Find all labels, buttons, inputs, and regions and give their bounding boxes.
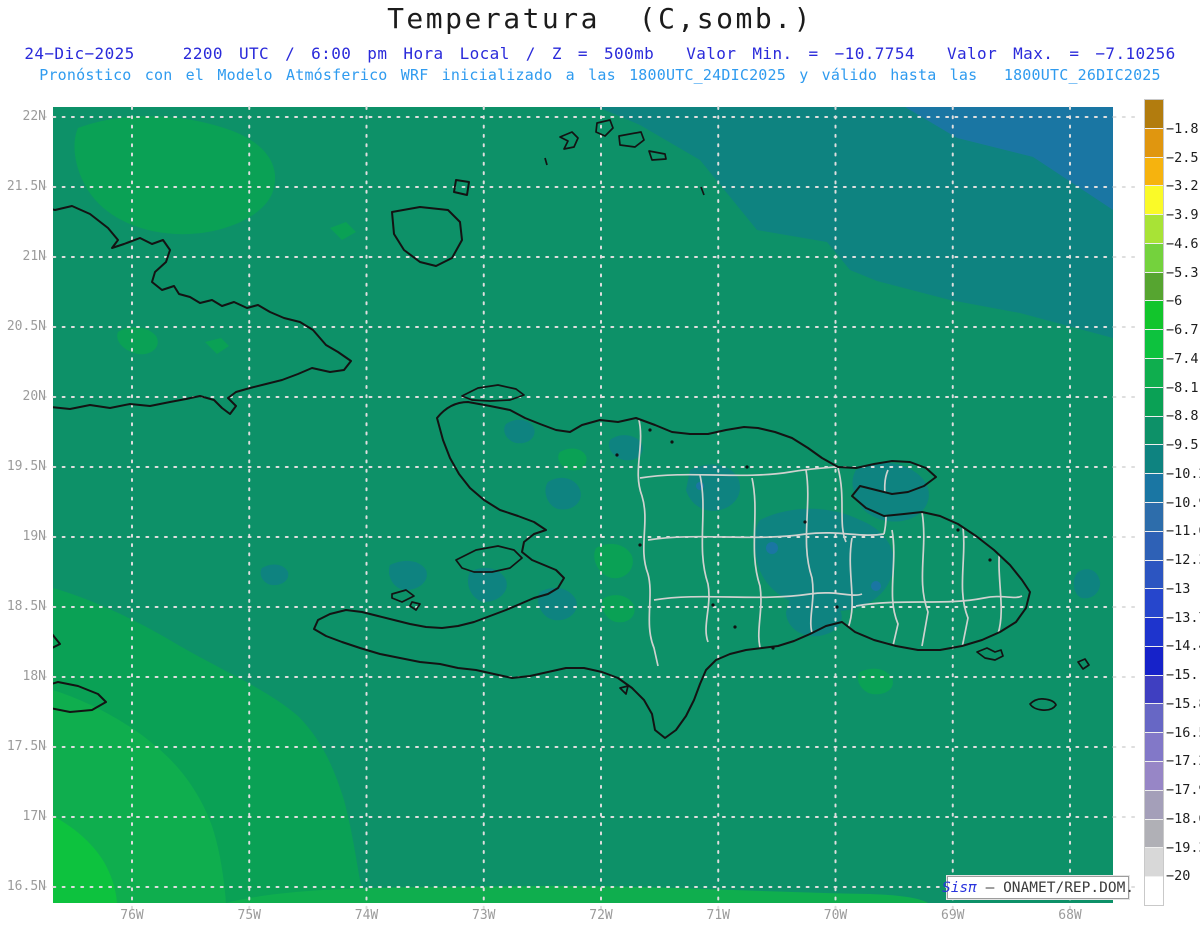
colorbar-tick-label: −5.3 (1166, 264, 1199, 281)
lat-tick-label: 20.5N (6, 319, 46, 334)
colorbar-segment (1145, 330, 1163, 360)
colorbar-segment (1145, 790, 1163, 820)
map-plot (43, 106, 1141, 910)
colorbar-tick-label: −13 (1166, 580, 1191, 597)
colorbar-segment (1145, 848, 1163, 878)
colorbar-tick-label: −8.8 (1166, 408, 1199, 425)
colorbar-tick-label: −6.7 (1166, 322, 1199, 338)
lon-tick-label: 76W (120, 908, 144, 923)
colorbar-segment (1145, 761, 1163, 791)
colorbar-tick-label: −8.1 (1166, 379, 1199, 396)
colorbar-tick-label: −18.6 (1166, 810, 1200, 827)
lat-tick-label: 21.5N (6, 179, 46, 194)
colorbar-tick-label: −17.2 (1166, 753, 1200, 770)
colorbar-tick-label: −11.6 (1166, 523, 1200, 540)
watermark-badge: Sisπ – ONAMET/REP.DOM. (942, 876, 1134, 899)
colorbar-segment (1145, 560, 1163, 590)
colorbar-segment (1145, 186, 1163, 216)
lat-tick-label: 20N (22, 389, 46, 404)
colorbar-tick-label: −9.5 (1166, 437, 1199, 453)
colorbar-tick-label: −15.8 (1166, 695, 1200, 712)
lat-tick-label: 19N (22, 529, 46, 544)
colorbar-segment (1145, 474, 1163, 503)
weather-map-figure: Temperatura (C,somb.) 24−Dic−2025 2200 U… (0, 0, 1200, 927)
colorbar-segment (1145, 215, 1163, 244)
lat-tick-label: 22N (22, 109, 46, 124)
colorbar-segment (1145, 733, 1163, 762)
colorbar-tick-label: −6 (1166, 293, 1183, 310)
colorbar (1144, 99, 1164, 906)
colorbar-tick-label: −10.9 (1166, 494, 1200, 511)
colorbar-tick-label: −10.2 (1166, 465, 1200, 482)
colorbar-tick-label: −20 (1166, 868, 1191, 885)
lat-tick-label: 19.5N (6, 459, 46, 474)
lon-tick-label: 72W (589, 908, 613, 923)
colorbar-segment (1145, 589, 1163, 619)
watermark-org: – ONAMET/REP.DOM. (976, 879, 1135, 896)
colorbar-segment (1145, 359, 1163, 388)
colorbar-segment (1145, 502, 1163, 532)
colorbar-segment (1145, 646, 1163, 676)
colorbar-tick-label: −7.4 (1166, 350, 1199, 367)
lat-tick-label: 18N (22, 669, 46, 684)
lat-tick-label: 17.5N (6, 739, 46, 754)
lat-tick-label: 17N (22, 809, 46, 824)
colorbar-tick-label: −2.5 (1166, 149, 1199, 166)
colorbar-tick-label: −3.2 (1166, 178, 1199, 195)
lon-tick-label: 75W (237, 908, 261, 923)
colorbar-tick-label: −19.3 (1166, 839, 1200, 856)
colorbar-segment (1145, 819, 1163, 849)
lon-tick-label: 74W (354, 908, 379, 923)
colorbar-tick-label: −14.4 (1166, 638, 1200, 655)
map-shading (53, 107, 1113, 903)
colorbar-segment (1145, 704, 1163, 734)
colorbar-segment (1145, 445, 1163, 475)
colorbar-segment (1145, 877, 1163, 905)
colorbar-segment (1145, 243, 1163, 273)
lon-tick-label: 73W (472, 908, 496, 923)
lon-tick-label: 68W (1058, 908, 1082, 923)
colorbar-tick-label: −12.3 (1166, 552, 1200, 568)
colorbar-segment (1145, 416, 1163, 446)
lon-tick-label: 71W (706, 908, 730, 923)
colorbar-segment (1145, 157, 1163, 187)
colorbar-tick-label: −15.1 (1166, 667, 1200, 683)
colorbar-tick-label: −13.7 (1166, 609, 1200, 626)
colorbar-segment (1145, 100, 1163, 129)
colorbar-segment (1145, 675, 1163, 705)
colorbar-tick-label: −3.9 (1166, 207, 1199, 223)
colorbar-tick-label: −4.6 (1166, 235, 1199, 252)
colorbar-segment (1145, 301, 1163, 331)
colorbar-tick-label: −17.9 (1166, 782, 1200, 798)
colorbar-segment (1145, 531, 1163, 561)
colorbar-segment (1145, 272, 1163, 302)
watermark-brand: Sisπ (941, 879, 977, 896)
lon-tick-label: 69W (941, 908, 965, 923)
colorbar-tick-label: −1.8 (1166, 120, 1199, 137)
lat-tick-label: 21N (22, 249, 46, 264)
lon-tick-label: 70W (823, 908, 848, 923)
colorbar-segment (1145, 387, 1163, 417)
lat-tick-label: 16.5N (6, 879, 46, 894)
colorbar-segment (1145, 128, 1163, 158)
colorbar-tick-label: −16.5 (1166, 724, 1200, 741)
lat-tick-label: 18.5N (6, 599, 46, 614)
colorbar-segment (1145, 618, 1163, 647)
